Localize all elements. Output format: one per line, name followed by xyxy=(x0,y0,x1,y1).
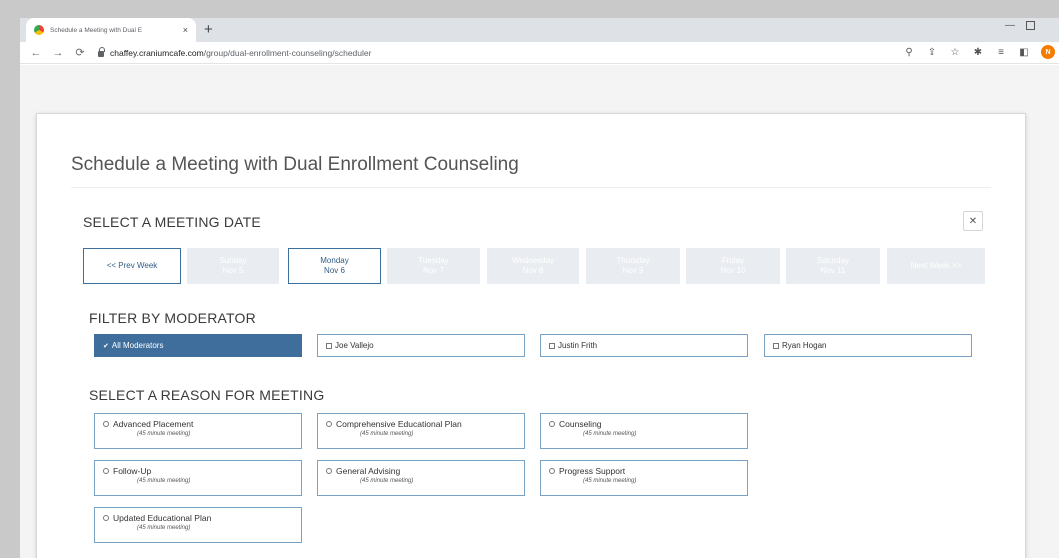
new-tab-button[interactable]: + xyxy=(204,21,213,39)
moderator-label: Justin Frith xyxy=(558,341,598,350)
day-date: Nov 5 xyxy=(222,266,244,275)
reason-label: General Advising xyxy=(336,466,401,476)
check-icon: ✔ xyxy=(103,342,109,350)
moderator-all[interactable]: ✔ All Moderators xyxy=(94,334,302,357)
radio-icon xyxy=(549,421,555,427)
date-monday[interactable]: Monday Nov 6 xyxy=(288,248,381,284)
page-content: Schedule a Meeting with Dual Enrollment … xyxy=(20,65,1059,558)
tab-title: Schedule a Meeting with Dual E xyxy=(50,26,143,34)
back-arrow-icon[interactable]: ← xyxy=(30,47,42,59)
checkbox-icon xyxy=(773,342,779,349)
zoom-icon[interactable]: ⚲ xyxy=(903,47,915,58)
radio-icon xyxy=(103,515,109,521)
title-divider xyxy=(71,187,991,188)
reason-section-heading: SELECT A REASON FOR MEETING xyxy=(89,387,325,403)
moderator-joe-vallejo[interactable]: Joe Vallejo xyxy=(317,334,525,357)
reading-list-icon[interactable]: ≡ xyxy=(995,47,1007,58)
day-name: Friday xyxy=(721,256,745,265)
reason-follow-up[interactable]: Follow-Up (45 minute meeting) xyxy=(94,460,302,496)
extensions-icon[interactable]: ✱ xyxy=(972,47,984,58)
next-week-button: Next Week >> xyxy=(887,248,985,284)
reason-duration: (45 minute meeting) xyxy=(583,431,637,437)
favicon-icon xyxy=(34,25,44,35)
address-bar[interactable]: chaffey.craniumcafe.com/group/dual-enrol… xyxy=(98,44,858,62)
reason-duration: (45 minute meeting) xyxy=(583,478,637,484)
prev-week-label: << Prev Week xyxy=(106,261,158,270)
url-path: /group/dual-enrollment-counseling/schedu… xyxy=(203,47,372,58)
moderator-label: Ryan Hogan xyxy=(782,341,827,350)
moderator-justin-frith[interactable]: Justin Frith xyxy=(540,334,748,357)
date-section-heading: SELECT A MEETING DATE xyxy=(83,214,261,230)
toolbar-icons: ⚲ ⇪ ☆ ✱ ≡ ◧ N xyxy=(903,45,1055,59)
moderator-label: All Moderators xyxy=(111,341,164,350)
close-icon[interactable]: ✕ xyxy=(963,211,983,231)
moderator-section-heading: FILTER BY MODERATOR xyxy=(89,310,256,326)
radio-icon xyxy=(103,468,109,474)
day-name: Saturday xyxy=(816,256,850,265)
date-thursday: Thursday Nov 9 xyxy=(586,248,680,284)
radio-icon xyxy=(326,468,332,474)
reason-general-advising[interactable]: General Advising (45 minute meeting) xyxy=(317,460,525,496)
reason-label: Advanced Placement xyxy=(113,419,194,429)
moderator-label: Joe Vallejo xyxy=(335,341,374,350)
reason-label: Progress Support xyxy=(559,466,626,476)
reason-progress-support[interactable]: Progress Support (45 minute meeting) xyxy=(540,460,748,496)
tab-close-icon[interactable]: × xyxy=(183,25,188,35)
forward-arrow-icon[interactable]: → xyxy=(52,47,64,59)
day-date: Nov 6 xyxy=(324,266,345,275)
radio-icon xyxy=(326,421,332,427)
radio-icon xyxy=(103,421,109,427)
reason-updated-educational-plan[interactable]: Updated Educational Plan (45 minute meet… xyxy=(94,507,302,543)
radio-icon xyxy=(549,468,555,474)
browser-tab[interactable]: Schedule a Meeting with Dual E × xyxy=(26,18,196,42)
reason-counseling[interactable]: Counseling (45 minute meeting) xyxy=(540,413,748,449)
reason-label: Counseling xyxy=(559,419,602,429)
profile-avatar[interactable]: N xyxy=(1041,45,1055,59)
reason-comprehensive-educational-plan[interactable]: Comprehensive Educational Plan (45 minut… xyxy=(317,413,525,449)
moderator-ryan-hogan[interactable]: Ryan Hogan xyxy=(764,334,972,357)
tab-strip: Schedule a Meeting with Dual E × + — xyxy=(20,18,1059,42)
day-name: Monday xyxy=(320,256,349,265)
reason-duration: (45 minute meeting) xyxy=(360,431,414,437)
reason-duration: (45 minute meeting) xyxy=(360,478,414,484)
reload-icon[interactable]: ⟳ xyxy=(74,46,86,59)
reason-advanced-placement[interactable]: Advanced Placement (45 minute meeting) xyxy=(94,413,302,449)
url-host: chaffey.craniumcafe.com xyxy=(110,47,204,58)
minimize-icon[interactable]: — xyxy=(1005,20,1015,31)
reason-duration: (45 minute meeting) xyxy=(137,478,191,484)
date-sunday: Sunday Nov 5 xyxy=(187,248,279,284)
day-name: Sunday xyxy=(219,256,247,265)
day-date: Nov 8 xyxy=(522,266,544,275)
page-title: Schedule a Meeting with Dual Enrollment … xyxy=(71,154,519,175)
day-date: Nov 11 xyxy=(820,266,846,275)
reason-label: Comprehensive Educational Plan xyxy=(336,419,462,429)
reason-duration: (45 minute meeting) xyxy=(137,525,191,531)
scheduler-card: Schedule a Meeting with Dual Enrollment … xyxy=(36,113,1026,558)
url-text[interactable]: chaffey.craniumcafe.com/group/dual-enrol… xyxy=(110,48,371,58)
date-wednesday: Wednesday Nov 8 xyxy=(487,248,579,284)
browser-toolbar: ← → ⟳ chaffey.craniumcafe.com/group/dual… xyxy=(20,42,1059,64)
browser-window: Schedule a Meeting with Dual E × + — ← →… xyxy=(20,18,1059,558)
next-week-label: Next Week >> xyxy=(910,261,962,270)
date-saturday: Saturday Nov 11 xyxy=(786,248,880,284)
prev-week-button[interactable]: << Prev Week xyxy=(83,248,181,284)
share-icon[interactable]: ⇪ xyxy=(926,47,938,58)
reason-duration: (45 minute meeting) xyxy=(137,431,191,437)
checkbox-icon xyxy=(549,342,555,349)
day-date: Nov 10 xyxy=(720,266,746,275)
reason-label: Follow-Up xyxy=(113,466,152,476)
lock-icon[interactable] xyxy=(98,46,105,57)
checkbox-icon xyxy=(326,342,332,349)
date-tuesday: Tuesday Nov 7 xyxy=(387,248,480,284)
maximize-icon[interactable] xyxy=(1026,21,1035,30)
day-name: Wednesday xyxy=(511,256,555,265)
reason-label: Updated Educational Plan xyxy=(113,513,212,523)
day-name: Thursday xyxy=(616,256,650,265)
side-panel-icon[interactable]: ◧ xyxy=(1018,47,1030,58)
star-icon[interactable]: ☆ xyxy=(949,47,961,58)
day-date: Nov 7 xyxy=(423,266,444,275)
day-name: Tuesday xyxy=(418,256,449,265)
day-date: Nov 9 xyxy=(622,266,644,275)
date-friday: Friday Nov 10 xyxy=(686,248,780,284)
